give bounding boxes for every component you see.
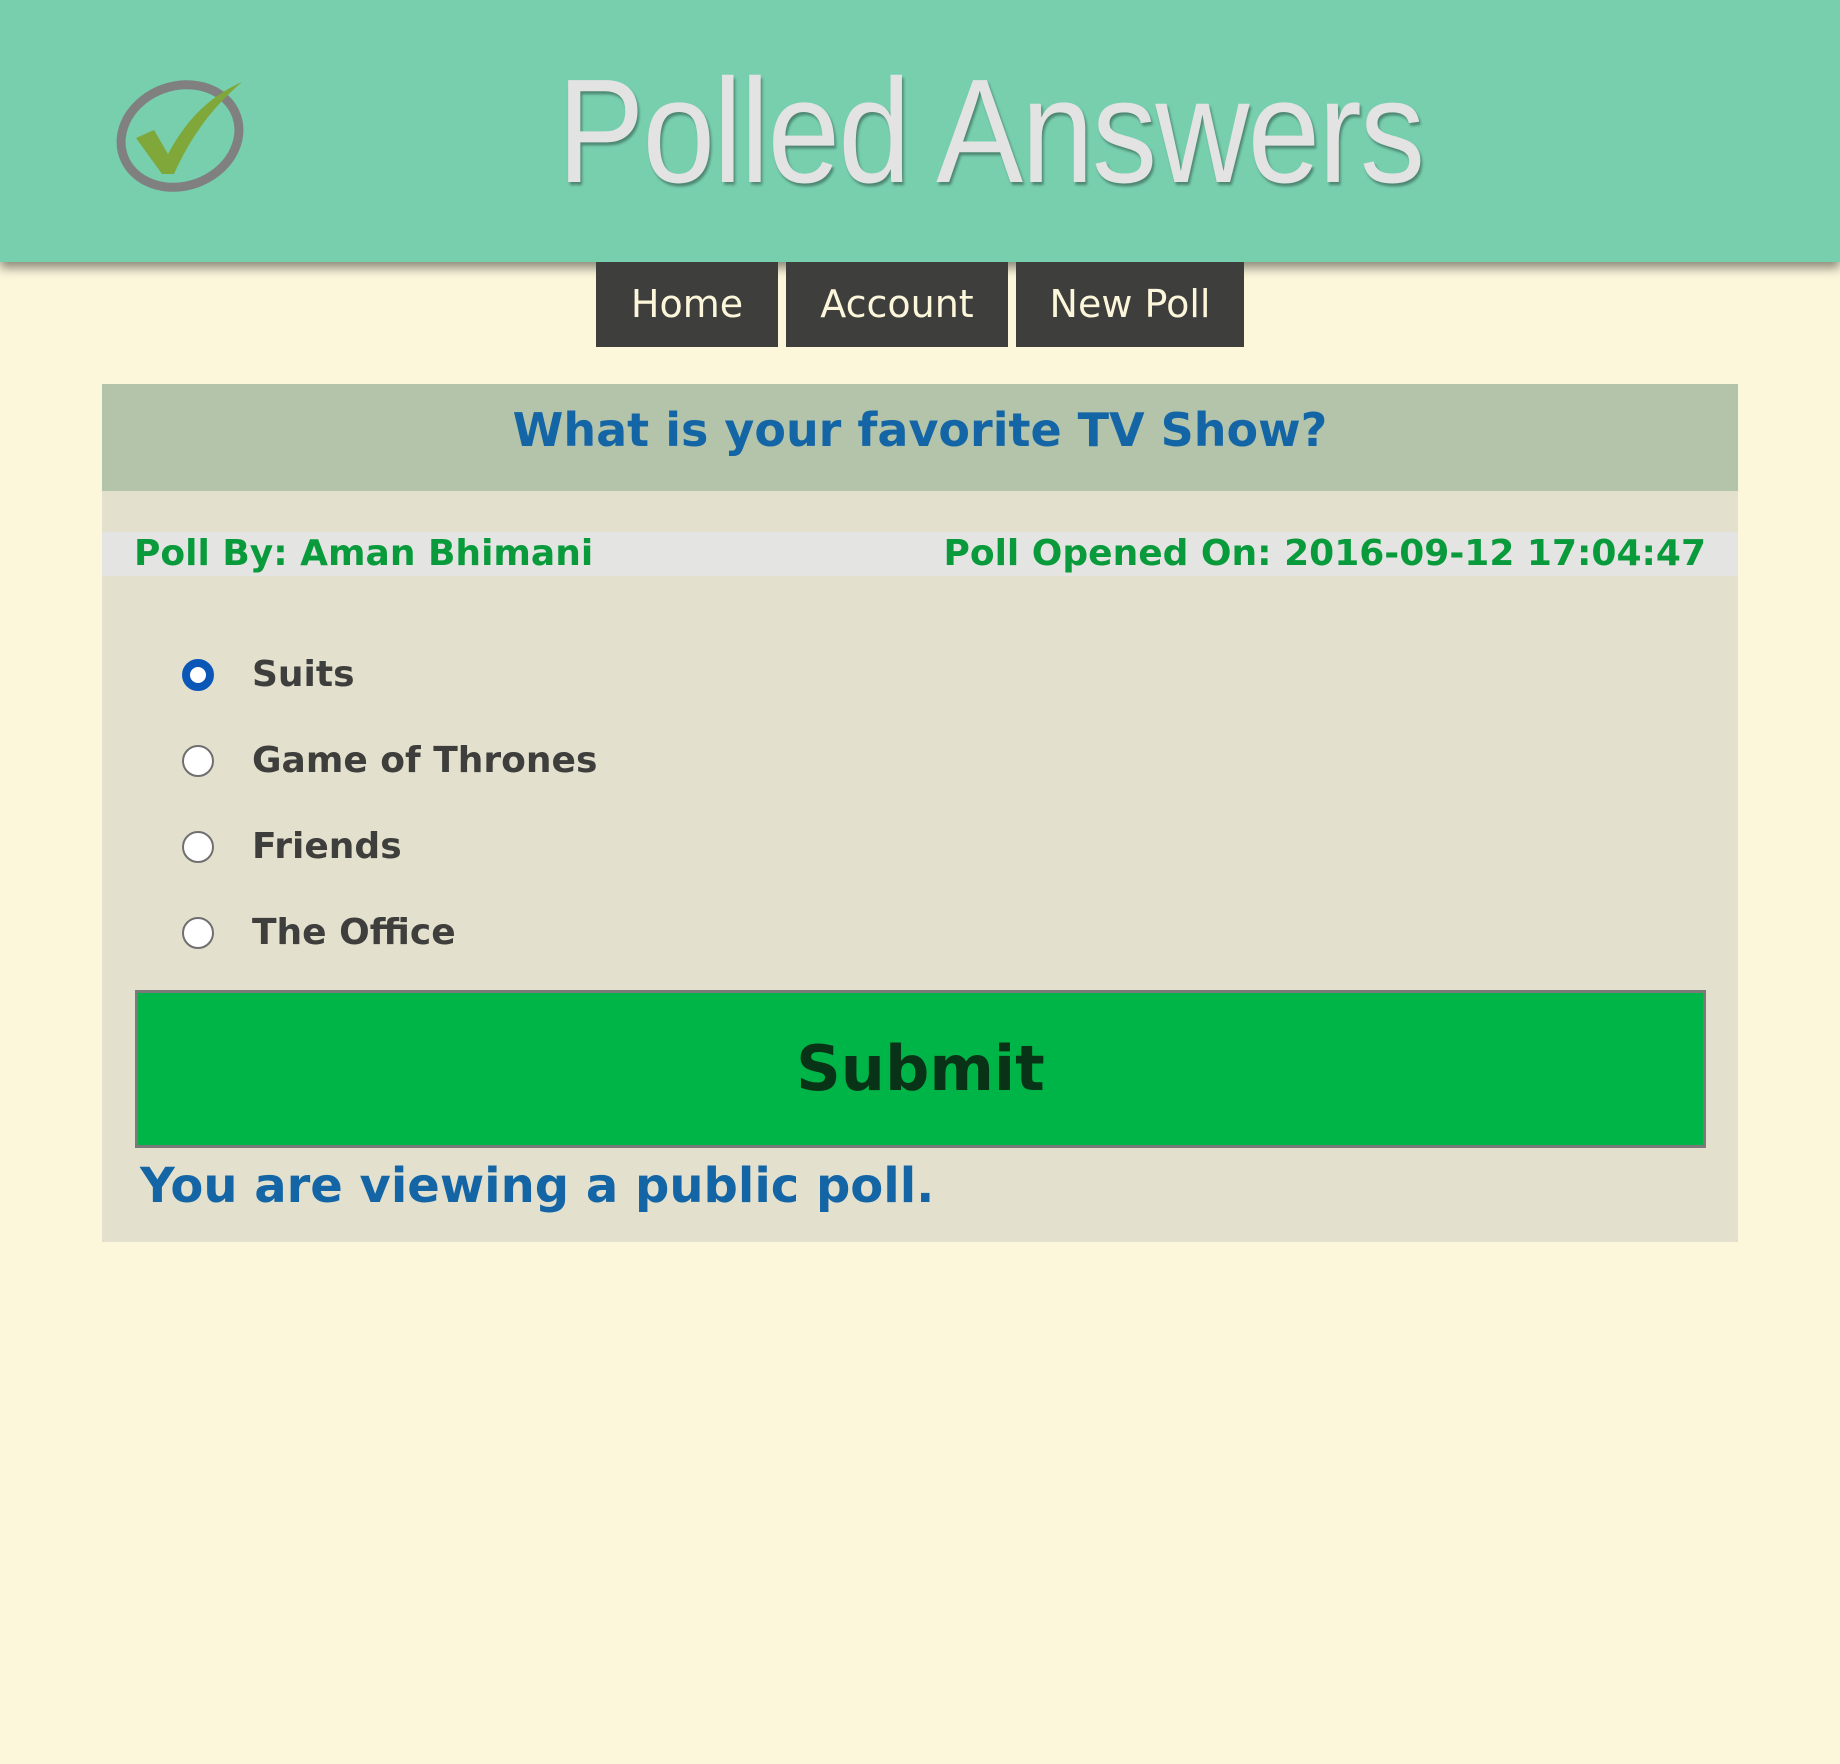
- submit-button[interactable]: Submit: [135, 990, 1706, 1148]
- radio-button[interactable]: [182, 831, 214, 863]
- nav-account[interactable]: Account: [786, 262, 1008, 347]
- poll-card: What is your favorite TV Show? Poll By: …: [102, 384, 1738, 1242]
- poll-option-game-of-thrones[interactable]: Game of Thrones: [182, 718, 597, 804]
- poll-option-the-office[interactable]: The Office: [182, 890, 597, 976]
- option-label: Game of Thrones: [252, 740, 598, 781]
- public-poll-note: You are viewing a public poll.: [140, 1158, 935, 1214]
- nav-new-poll[interactable]: New Poll: [1016, 262, 1244, 347]
- poll-question: What is your favorite TV Show?: [512, 403, 1328, 457]
- poll-option-friends[interactable]: Friends: [182, 804, 597, 890]
- nav-home[interactable]: Home: [596, 262, 778, 347]
- option-label: Suits: [252, 654, 355, 695]
- radio-button[interactable]: [182, 917, 214, 949]
- poll-meta-bar: Poll By: Aman Bhimani Poll Opened On: 20…: [102, 532, 1738, 576]
- poll-author: Poll By: Aman Bhimani: [134, 533, 594, 574]
- option-label: Friends: [252, 826, 402, 867]
- option-label: The Office: [252, 912, 456, 953]
- poll-opened-date: Poll Opened On: 2016-09-12 17:04:47: [943, 533, 1706, 574]
- main-nav: Home Account New Poll: [596, 262, 1244, 347]
- radio-button-selected[interactable]: [182, 659, 214, 691]
- site-title: Polled Answers: [557, 49, 1425, 214]
- poll-question-bar: What is your favorite TV Show?: [102, 384, 1738, 491]
- radio-button[interactable]: [182, 745, 214, 777]
- poll-option-suits[interactable]: Suits: [182, 632, 597, 718]
- site-header: Polled Answers: [0, 0, 1840, 262]
- poll-options: Suits Game of Thrones Friends The Office: [182, 632, 597, 976]
